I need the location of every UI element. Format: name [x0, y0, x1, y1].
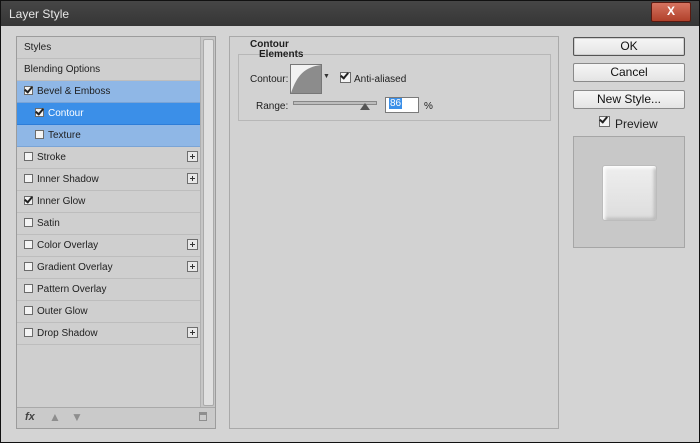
styles-list-item-gradient-overlay[interactable]: Gradient Overlay [17, 257, 201, 279]
list-item-label: Satin [37, 218, 60, 229]
title-bar: Layer Style X [1, 1, 699, 26]
list-item-label: Inner Glow [37, 196, 86, 207]
styles-list: Styles Blending Options Bevel & Emboss C… [17, 37, 201, 345]
styles-list-item-inner-shadow[interactable]: Inner Shadow [17, 169, 201, 191]
preview-thumbnail [573, 136, 685, 248]
pattern-overlay-checkbox[interactable] [24, 284, 33, 293]
styles-list-item-color-overlay[interactable]: Color Overlay [17, 235, 201, 257]
preview-check-icon [599, 116, 610, 127]
stroke-checkbox[interactable] [24, 152, 33, 161]
layer-style-dialog: Layer Style X Styles Blending Options Be… [0, 0, 700, 443]
list-item-label: Blending Options [24, 64, 101, 75]
anti-aliased-check-icon [340, 72, 351, 83]
ok-button[interactable]: OK [573, 37, 685, 56]
styles-list-toolbar: fx ▲ ▼ [17, 407, 215, 428]
fx-icon[interactable]: fx [25, 411, 35, 423]
list-item-label: Stroke [37, 152, 66, 163]
anti-aliased-label: Anti-aliased [354, 74, 407, 85]
move-up-icon[interactable]: ▲ [49, 410, 61, 424]
styles-list-item-styles[interactable]: Styles [17, 37, 201, 59]
inner-shadow-checkbox[interactable] [24, 174, 33, 183]
scrollbar-thumb[interactable] [203, 39, 214, 406]
move-down-icon[interactable]: ▼ [71, 410, 83, 424]
contour-label: Contour: [250, 74, 289, 85]
preview-label: Preview [615, 117, 658, 131]
range-input[interactable]: 86 [385, 97, 419, 113]
cancel-button[interactable]: Cancel [573, 63, 685, 82]
styles-list-item-contour[interactable]: Contour [17, 103, 201, 125]
contour-curve-icon [291, 65, 321, 93]
range-label: Range: [256, 101, 289, 112]
add-color-overlay-icon[interactable] [187, 239, 198, 250]
list-item-label: Bevel & Emboss [37, 86, 111, 97]
styles-list-scrollbar[interactable] [200, 37, 215, 407]
add-gradient-overlay-icon[interactable] [187, 261, 198, 272]
contour-checkbox[interactable] [35, 108, 44, 117]
inner-glow-checkbox[interactable] [24, 196, 33, 205]
styles-list-item-blending-options[interactable]: Blending Options [17, 59, 201, 81]
styles-list-item-drop-shadow[interactable]: Drop Shadow [17, 323, 201, 345]
drop-shadow-checkbox[interactable] [24, 328, 33, 337]
list-item-label: Gradient Overlay [37, 262, 113, 273]
preview-swatch [602, 165, 657, 221]
contour-settings-panel: Contour Elements Contour: ▼ Anti-aliased… [229, 36, 559, 429]
range-value: 86 [389, 98, 403, 109]
styles-list-panel: Styles Blending Options Bevel & Emboss C… [16, 36, 216, 429]
list-item-label: Texture [48, 130, 81, 141]
list-item-label: Color Overlay [37, 240, 99, 251]
styles-list-item-inner-glow[interactable]: Inner Glow [17, 191, 201, 213]
close-button[interactable]: X [651, 2, 691, 22]
styles-list-item-stroke[interactable]: Stroke [17, 147, 201, 169]
list-item-label: Outer Glow [37, 306, 88, 317]
contour-curve-picker[interactable] [290, 64, 322, 94]
add-drop-shadow-icon[interactable] [187, 327, 198, 338]
styles-list-item-outer-glow[interactable]: Outer Glow [17, 301, 201, 323]
styles-list-item-pattern-overlay[interactable]: Pattern Overlay [17, 279, 201, 301]
anti-aliased-checkbox[interactable] [340, 72, 355, 85]
preview-checkbox[interactable] [599, 116, 614, 129]
new-style-button[interactable]: New Style... [573, 90, 685, 109]
list-item-label: Styles [24, 42, 52, 53]
list-item-label: Pattern Overlay [37, 284, 107, 295]
bevel-emboss-checkbox[interactable] [24, 86, 33, 95]
styles-list-item-texture[interactable]: Texture [17, 125, 201, 147]
list-item-label: Drop Shadow [37, 328, 98, 339]
contour-dropdown-arrow-icon[interactable]: ▼ [323, 64, 330, 94]
add-stroke-icon[interactable] [187, 151, 198, 162]
color-overlay-checkbox[interactable] [24, 240, 33, 249]
window-title: Layer Style [9, 7, 70, 21]
texture-checkbox[interactable] [35, 130, 44, 139]
elements-group-label: Elements [259, 49, 304, 60]
satin-checkbox[interactable] [24, 218, 33, 227]
add-inner-shadow-icon[interactable] [187, 173, 198, 184]
styles-list-item-bevel-emboss[interactable]: Bevel & Emboss [17, 81, 201, 103]
outer-glow-checkbox[interactable] [24, 306, 33, 315]
trash-icon[interactable] [199, 412, 207, 421]
gradient-overlay-checkbox[interactable] [24, 262, 33, 271]
list-item-label: Inner Shadow [37, 174, 99, 185]
range-percent-label: % [424, 101, 433, 112]
list-item-label: Contour [48, 108, 84, 119]
styles-list-item-satin[interactable]: Satin [17, 213, 201, 235]
range-slider-thumb[interactable] [360, 103, 371, 110]
